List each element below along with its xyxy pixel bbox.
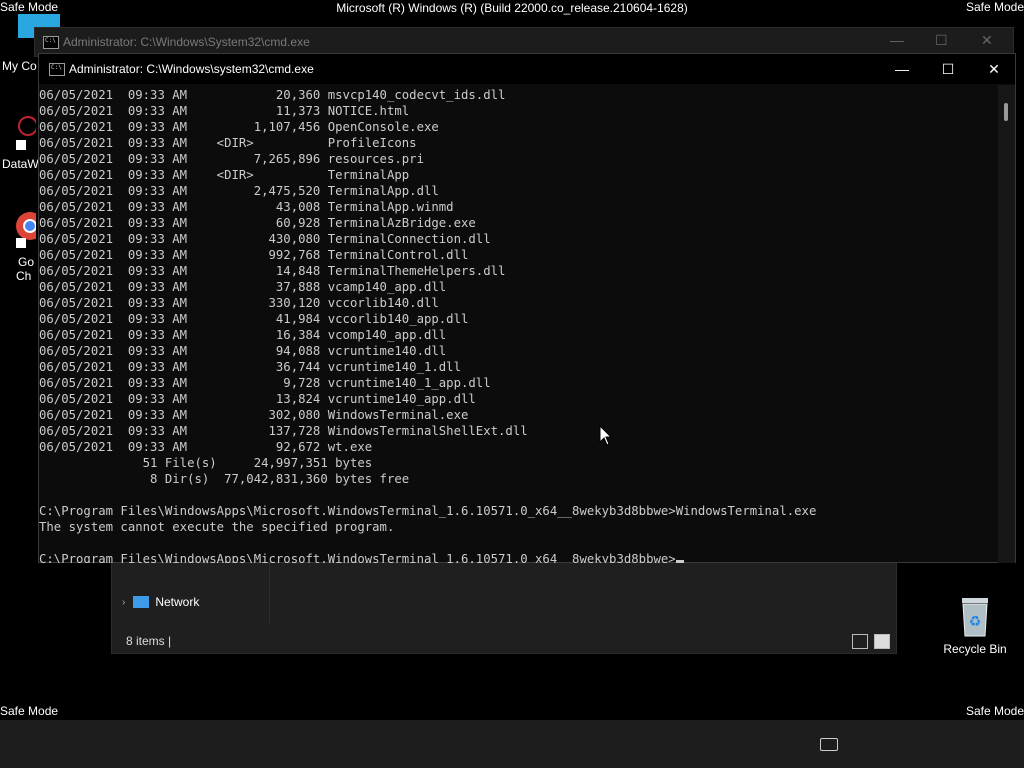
console-line: 06/05/2021 09:33 AM 92,672 wt.exe — [39, 440, 373, 454]
console-line: C:\Program Files\WindowsApps\Microsoft.W… — [39, 551, 684, 563]
console-line: 06/05/2021 09:33 AM <DIR> ProfileIcons — [39, 136, 417, 150]
chrome-icon[interactable] — [14, 206, 44, 250]
window-title: Administrator: C:\Windows\system32\cmd.e… — [69, 62, 314, 76]
desktop-label-chrome[interactable]: Ch — [16, 269, 31, 283]
nav-item-network[interactable]: › Network — [122, 592, 199, 612]
status-item-count: 8 items | — [126, 634, 172, 648]
console-line: 06/05/2021 09:33 AM 37,888 vcamp140_app.… — [39, 280, 447, 294]
console-line: 06/05/2021 09:33 AM 9,728 vcruntime140_1… — [39, 376, 491, 390]
large-icons-view-icon[interactable] — [874, 634, 890, 649]
svg-text:♻: ♻ — [969, 614, 982, 630]
console-line: 06/05/2021 09:33 AM 14,848 TerminalTheme… — [39, 264, 506, 278]
console-line: 06/05/2021 09:33 AM 36,744 vcruntime140_… — [39, 360, 461, 374]
touch-keyboard-icon[interactable] — [820, 738, 838, 751]
cmd-icon — [43, 36, 59, 49]
cmd-titlebar[interactable]: Administrator: C:\Windows\system32\cmd.e… — [39, 54, 1015, 84]
console-line: 06/05/2021 09:33 AM 94,088 vcruntime140.… — [39, 344, 447, 358]
desktop-label-datawrapper[interactable]: DataW — [2, 157, 39, 171]
network-icon — [133, 596, 150, 608]
cmd-icon — [49, 63, 65, 76]
details-view-icon[interactable] — [852, 634, 868, 649]
console-line: 06/05/2021 09:33 AM 20,360 msvcp140_code… — [39, 88, 506, 102]
chevron-right-icon[interactable]: › — [122, 597, 125, 608]
console-line: 06/05/2021 09:33 AM 60,928 TerminalAzBri… — [39, 216, 476, 230]
mouse-pointer-icon — [599, 425, 613, 446]
maximize-icon[interactable]: ☐ — [935, 32, 948, 49]
console-line: 06/05/2021 09:33 AM 43,008 TerminalApp.w… — [39, 200, 454, 214]
console-line: 06/05/2021 09:33 AM 13,824 vcruntime140_… — [39, 392, 476, 406]
cmd-window[interactable]: Administrator: C:\Windows\system32\cmd.e… — [38, 53, 1016, 563]
recycle-bin[interactable]: ♻ Recycle Bin — [940, 596, 1010, 656]
console-line: 06/05/2021 09:33 AM 137,728 WindowsTermi… — [39, 424, 528, 438]
taskbar — [0, 720, 1024, 768]
close-button[interactable]: ✕ — [971, 54, 1017, 84]
console-line: 06/05/2021 09:33 AM 2,475,520 TerminalAp… — [39, 184, 439, 198]
console-output[interactable]: 06/05/2021 09:33 AM 20,360 msvcp140_code… — [39, 85, 999, 563]
recycle-bin-label: Recycle Bin — [943, 642, 1007, 656]
console-line: 06/05/2021 09:33 AM 1,107,456 OpenConsol… — [39, 120, 439, 134]
desktop-label-my-computer[interactable]: My Co — [2, 59, 37, 73]
recycle-bin-icon: ♻ — [962, 598, 988, 637]
maximize-button[interactable]: ☐ — [925, 54, 971, 84]
minimize-icon[interactable]: — — [890, 32, 904, 48]
desktop-label-google[interactable]: Go — [18, 255, 34, 269]
console-line: 06/05/2021 09:33 AM 16,384 vcomp140_app.… — [39, 328, 447, 342]
console-line: 06/05/2021 09:33 AM <DIR> TerminalApp — [39, 168, 410, 182]
safe-mode-label-top-right: Safe Mode — [965, 0, 1024, 14]
vertical-scrollbar[interactable] — [998, 85, 1015, 563]
build-info-text: Microsoft (R) Windows (R) (Build 22000.c… — [336, 1, 688, 15]
background-window-title: Administrator: C:\Windows\System32\cmd.e… — [63, 35, 310, 49]
console-line: 8 Dir(s) 77,042,831,360 bytes free — [39, 472, 410, 486]
network-label: Network — [155, 595, 200, 609]
console-line: 06/05/2021 09:33 AM 11,373 NOTICE.html — [39, 104, 410, 118]
console-line: C:\Program Files\WindowsApps\Microsoft.W… — [39, 504, 817, 518]
console-line: 06/05/2021 09:33 AM 430,080 TerminalConn… — [39, 232, 491, 246]
console-line: 06/05/2021 09:33 AM 41,984 vccorlib140_a… — [39, 312, 469, 326]
close-icon[interactable]: ✕ — [981, 32, 993, 49]
safe-mode-label-bottom-right: Safe Mode — [965, 704, 1024, 718]
datawrapper-icon[interactable] — [14, 112, 38, 152]
safe-mode-label-top-left: Safe Mode — [0, 0, 59, 14]
minimize-button[interactable]: — — [879, 54, 925, 84]
console-line: 51 File(s) 24,997,351 bytes — [39, 456, 373, 470]
console-line: The system cannot execute the specified … — [39, 520, 395, 534]
console-line: 06/05/2021 09:33 AM 330,120 vccorlib140.… — [39, 296, 439, 310]
console-line: 06/05/2021 09:33 AM 7,265,896 resources.… — [39, 152, 424, 166]
text-cursor — [675, 560, 684, 563]
safe-mode-label-bottom-left: Safe Mode — [0, 704, 59, 718]
console-line: 06/05/2021 09:33 AM 992,768 TerminalCont… — [39, 248, 469, 262]
scrollbar-thumb[interactable] — [1004, 103, 1008, 121]
file-explorer-window[interactable]: › Network 8 items | — [111, 560, 897, 654]
console-line: 06/05/2021 09:33 AM 302,080 WindowsTermi… — [39, 408, 469, 422]
